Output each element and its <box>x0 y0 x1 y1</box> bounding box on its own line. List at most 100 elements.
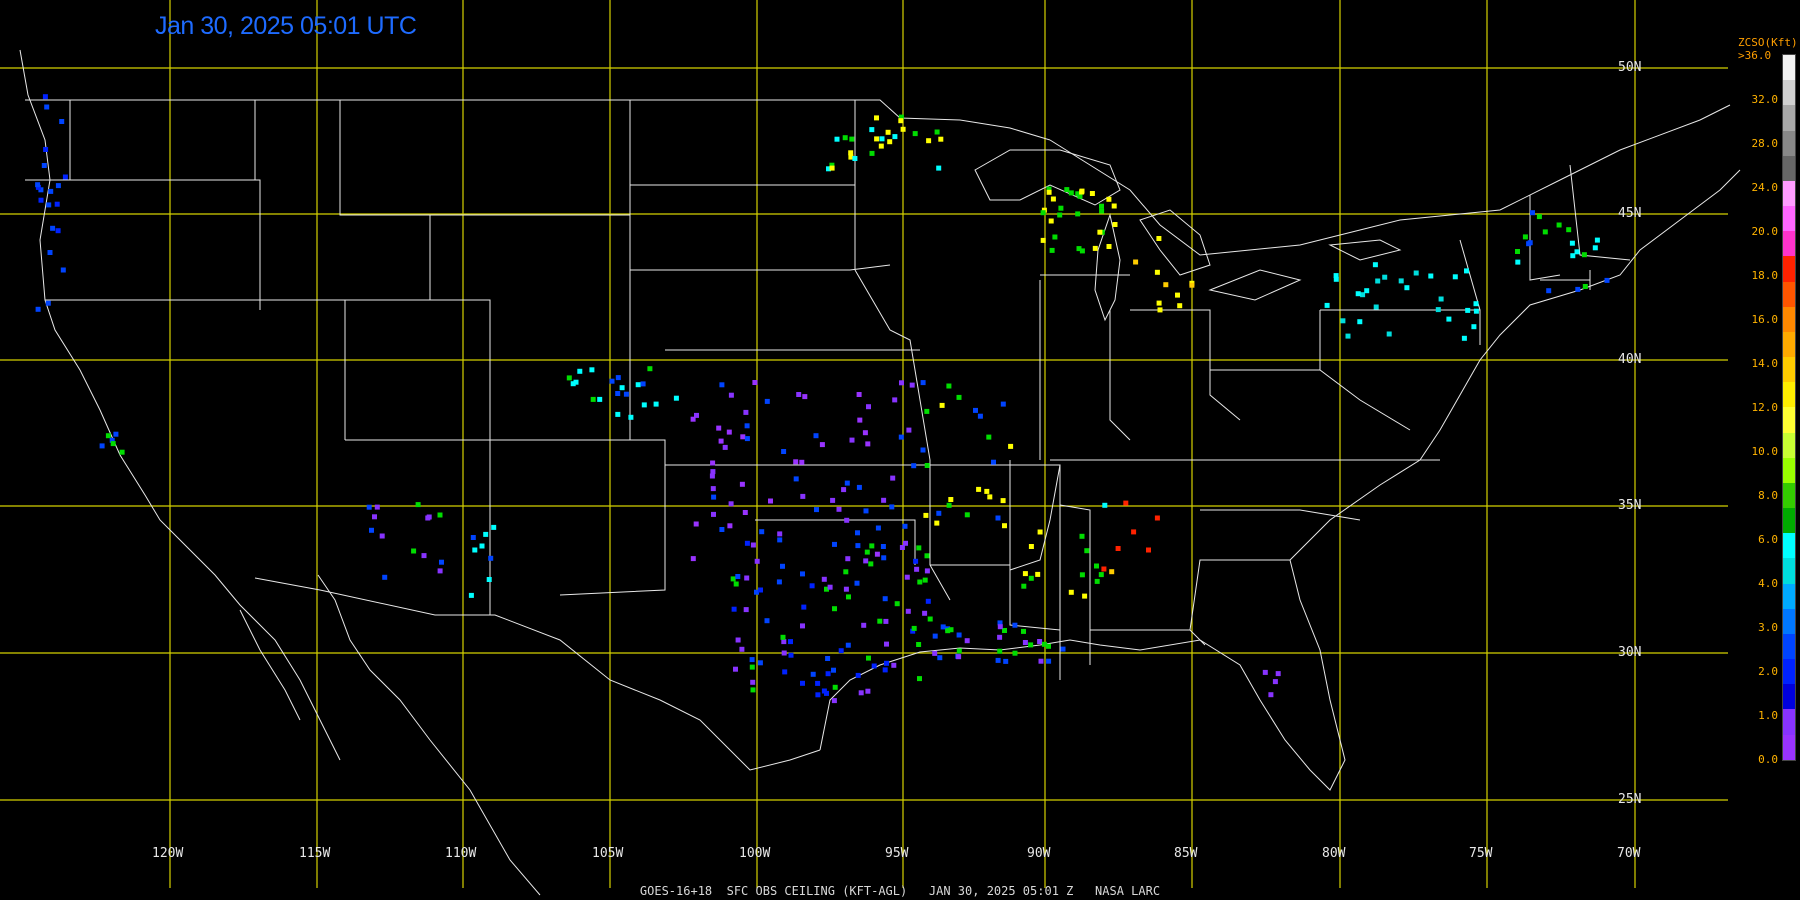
station-marker <box>1262 669 1268 675</box>
station-marker <box>1156 300 1162 306</box>
station-marker <box>917 579 923 585</box>
station-marker <box>727 523 733 529</box>
station-marker <box>842 135 848 141</box>
station-marker <box>875 525 881 531</box>
station-marker <box>1123 500 1129 506</box>
station-marker <box>914 566 920 572</box>
station-marker <box>827 584 833 590</box>
station-marker <box>849 437 855 443</box>
station-marker <box>439 559 444 565</box>
station-marker <box>743 409 749 415</box>
station-marker <box>1592 245 1598 251</box>
station-marker <box>750 687 756 693</box>
station-marker <box>1464 268 1469 274</box>
latitude-label: 50N <box>1618 60 1642 75</box>
station-marker <box>1102 502 1108 508</box>
station-marker <box>936 165 942 171</box>
legend-tick-label: 3.0 <box>1758 621 1778 634</box>
station-marker <box>997 634 1003 640</box>
station-marker <box>1012 650 1018 656</box>
legend-color-swatch <box>1783 331 1795 358</box>
station-marker <box>882 667 888 673</box>
station-marker <box>54 201 60 207</box>
station-marker <box>749 657 755 663</box>
station-marker <box>1133 259 1139 265</box>
legend-color-swatch <box>1783 432 1795 458</box>
station-marker <box>1079 248 1085 254</box>
station-marker <box>1092 245 1098 251</box>
station-marker <box>369 527 374 533</box>
station-marker <box>750 679 756 685</box>
station-marker <box>906 427 912 433</box>
color-legend-bar <box>1782 54 1796 761</box>
station-marker <box>1177 303 1183 309</box>
station-marker <box>728 501 734 507</box>
station-marker <box>843 569 849 575</box>
station-marker <box>871 663 877 669</box>
station-marker <box>1003 658 1009 664</box>
timestamp-title: Jan 30, 2025 05:01 UTC <box>155 12 417 40</box>
station-marker <box>1471 324 1477 330</box>
legend-title-line1: ZCSO(Kft) <box>1738 36 1798 49</box>
legend-tick-label: 0.0 <box>1758 753 1778 766</box>
station-marker <box>44 104 50 110</box>
station-marker <box>874 115 879 121</box>
station-marker <box>830 497 836 503</box>
station-marker <box>1131 529 1137 535</box>
footer-caption: GOES-16+18 SFC OBS CEILING (KFT-AGL) JAN… <box>639 884 1161 898</box>
station-marker <box>1527 240 1533 246</box>
station-marker <box>854 580 860 586</box>
station-marker <box>597 396 603 402</box>
station-marker <box>937 655 943 661</box>
station-marker <box>711 511 716 517</box>
station-marker <box>1530 210 1535 216</box>
legend-color-swatch <box>1783 105 1795 131</box>
station-marker <box>1046 658 1052 664</box>
station-marker <box>832 606 837 612</box>
station-marker <box>647 366 653 372</box>
station-marker <box>55 183 61 189</box>
station-marker <box>1404 285 1410 291</box>
legend-tick-label: 2.0 <box>1758 665 1778 678</box>
station-marker <box>693 521 699 527</box>
station-marker <box>623 391 629 397</box>
station-marker <box>863 508 869 514</box>
legend-color-swatch <box>1783 508 1795 534</box>
station-marker <box>800 493 806 499</box>
station-marker <box>1522 234 1528 240</box>
legend-tick-label: 20.0 <box>1751 225 1779 238</box>
station-marker <box>437 512 443 518</box>
station-marker <box>1115 546 1121 551</box>
station-marker <box>1000 401 1006 407</box>
station-marker <box>934 129 940 135</box>
station-marker <box>757 660 763 666</box>
station-marker <box>1041 641 1047 647</box>
station-marker <box>780 563 785 569</box>
station-marker <box>716 425 722 431</box>
legend-color-swatch <box>1783 457 1795 483</box>
legend-tick-label: 4.0 <box>1758 577 1778 590</box>
station-marker <box>939 402 945 408</box>
station-marker <box>899 545 905 550</box>
station-marker <box>1040 210 1046 216</box>
latitude-label: 35N <box>1618 498 1642 513</box>
station-marker <box>1021 583 1027 589</box>
station-marker <box>577 368 583 374</box>
station-marker <box>1386 331 1392 337</box>
station-marker <box>1324 302 1330 308</box>
station-marker <box>819 442 825 448</box>
station-marker <box>940 624 946 630</box>
station-marker <box>48 188 54 194</box>
station-marker <box>1037 639 1043 644</box>
station-marker <box>800 571 805 577</box>
legend-tick-label: 10.0 <box>1751 445 1779 458</box>
station-marker <box>844 517 850 523</box>
station-marker <box>609 378 615 384</box>
station-marker <box>1189 282 1195 288</box>
station-marker <box>857 417 863 423</box>
station-marker <box>898 118 904 124</box>
station-marker <box>948 497 954 502</box>
station-marker <box>810 671 816 677</box>
station-marker <box>1082 593 1088 599</box>
station-marker <box>415 502 421 508</box>
